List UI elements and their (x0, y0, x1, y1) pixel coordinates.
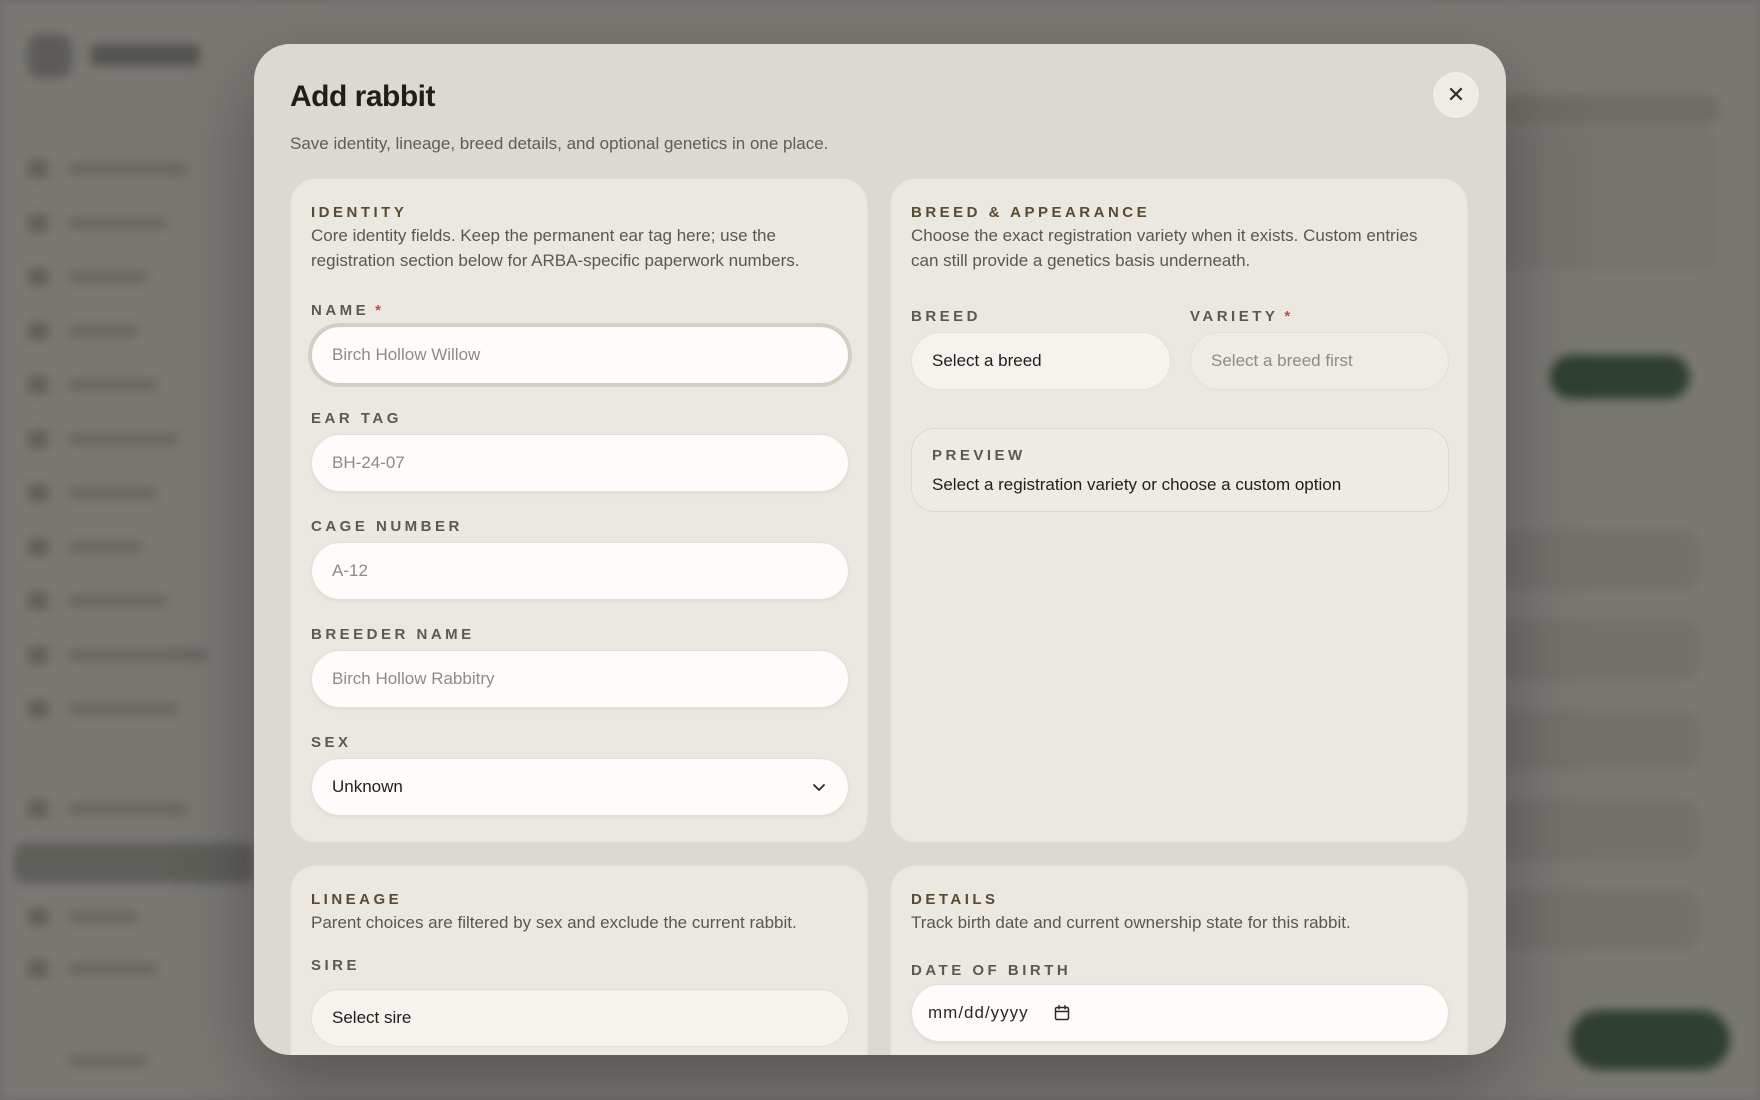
name-input[interactable] (311, 326, 849, 384)
required-marker: * (375, 302, 382, 319)
background-nav-item (28, 958, 228, 980)
sire-select[interactable]: Select sire (311, 989, 849, 1047)
breeder-name-input[interactable] (311, 650, 849, 708)
date-of-birth-input[interactable]: mm/dd/yyyy (911, 984, 1449, 1042)
background-nav-item (28, 212, 228, 234)
background-nav-item (28, 698, 228, 720)
breed-select-value: Select a breed (932, 351, 1042, 370)
sex-select[interactable]: Unknown (311, 758, 849, 816)
lineage-card: LINEAGE Parent choices are filtered by s… (290, 865, 868, 1055)
preview-label: PREVIEW (932, 447, 1026, 464)
close-icon: ✕ (1446, 82, 1466, 107)
background-main-right (1500, 0, 1760, 1100)
modal-subtitle: Save identity, lineage, breed details, a… (290, 134, 829, 153)
details-card: DETAILS Track birth date and current own… (890, 865, 1468, 1055)
sex-select-value: Unknown (332, 777, 403, 796)
background-nav-item (28, 1050, 228, 1072)
background-nav-item (28, 906, 228, 928)
background-nav-item (28, 644, 228, 666)
background-nav-item (28, 536, 228, 558)
identity-heading: IDENTITY (311, 204, 408, 221)
variety-label: VARIETY * (1190, 308, 1291, 325)
breeder-name-label: BREEDER NAME (311, 626, 475, 643)
preview-box: PREVIEW Select a registration variety or… (911, 428, 1449, 512)
background-nav-item (28, 590, 228, 612)
background-nav-item (28, 320, 228, 342)
cage-number-label: CAGE NUMBER (311, 518, 463, 535)
background-nav-item (28, 482, 228, 504)
variety-select[interactable]: Select a breed first (1190, 332, 1449, 390)
details-heading: DETAILS (911, 891, 999, 908)
breed-heading: BREED & APPEARANCE (911, 204, 1151, 221)
add-rabbit-modal: Add rabbit Save identity, lineage, breed… (254, 44, 1506, 1055)
background-nav-item (28, 428, 228, 450)
breed-label: BREED (911, 308, 982, 325)
lineage-heading: LINEAGE (311, 891, 403, 908)
background-sidebar (0, 0, 254, 1100)
background-nav-item (28, 798, 228, 820)
variety-select-value: Select a breed first (1211, 351, 1353, 370)
breed-description: Choose the exact registration variety wh… (911, 226, 1418, 270)
background-nav-item (28, 374, 228, 396)
date-of-birth-label: DATE OF BIRTH (911, 962, 1072, 979)
calendar-icon[interactable] (1053, 1004, 1071, 1022)
lineage-description: Parent choices are filtered by sex and e… (311, 913, 797, 932)
preview-text: Select a registration variety or choose … (932, 475, 1342, 494)
name-label: NAME * (311, 302, 382, 319)
identity-card: IDENTITY Core identity fields. Keep the … (290, 178, 868, 843)
ear-tag-input[interactable] (311, 434, 849, 492)
chevron-down-icon (813, 784, 825, 791)
date-of-birth-value: mm/dd/yyyy (928, 1003, 1029, 1022)
sire-label: SIRE (311, 957, 361, 974)
breed-appearance-card: BREED & APPEARANCE Choose the exact regi… (890, 178, 1468, 843)
required-marker: * (1284, 308, 1291, 325)
background-nav-item (28, 266, 228, 288)
background-logo (28, 34, 72, 78)
sex-label: SEX (311, 734, 352, 751)
background-nav-active (14, 843, 254, 883)
background-logo-text (90, 44, 200, 66)
details-description: Track birth date and current ownership s… (911, 913, 1351, 932)
ear-tag-label: EAR TAG (311, 410, 402, 427)
close-button[interactable]: ✕ (1432, 71, 1480, 119)
sire-select-value: Select sire (332, 1008, 412, 1027)
cage-number-input[interactable] (311, 542, 849, 600)
identity-description: Core identity fields. Keep the permanent… (311, 226, 800, 270)
modal-title: Add rabbit (290, 80, 436, 113)
background-nav-item (28, 158, 228, 180)
breed-select[interactable]: Select a breed (911, 332, 1171, 390)
